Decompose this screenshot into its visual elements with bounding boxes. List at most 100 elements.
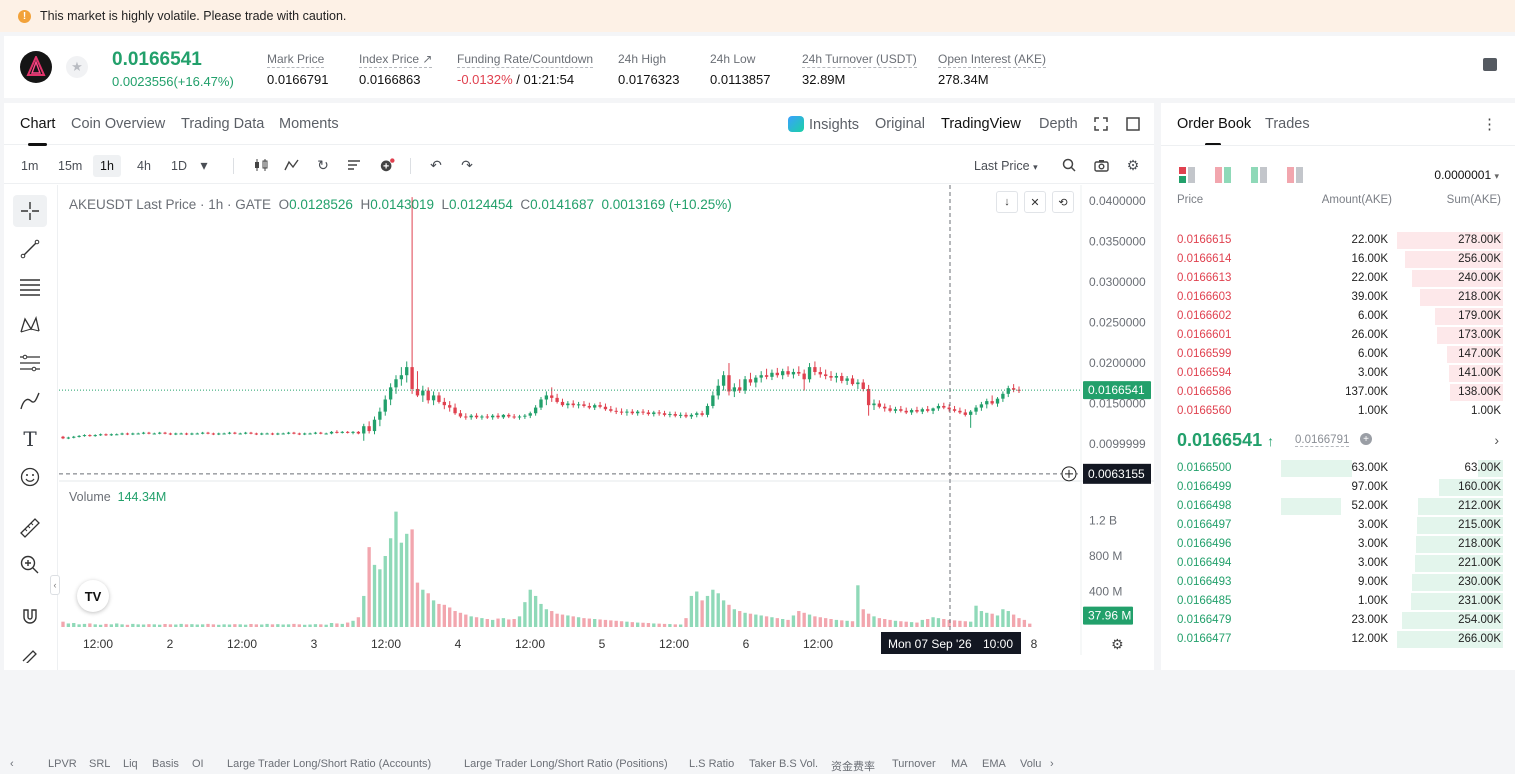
- bid-row[interactable]: 0.0166496 3.00K 218.00K: [1161, 535, 1515, 554]
- ask-row[interactable]: 0.0166615 22.00K 278.00K: [1161, 231, 1515, 250]
- ask-row[interactable]: 0.0166614 16.00K 256.00K: [1161, 250, 1515, 269]
- emoji-tool-icon[interactable]: [13, 461, 47, 493]
- bid-row[interactable]: 0.0166493 9.00K 230.00K: [1161, 573, 1515, 592]
- bid-row[interactable]: 0.0166498 52.00K 212.00K: [1161, 497, 1515, 516]
- timeframe-15m[interactable]: 15m: [51, 155, 89, 177]
- view-asks-bids-icon[interactable]: [1215, 167, 1231, 183]
- view-tradingview[interactable]: TradingView: [941, 116, 1021, 132]
- bid-row[interactable]: 0.0166500 63.00K 63.00K: [1161, 459, 1515, 478]
- ask-row[interactable]: 0.0166586 137.00K 138.00K: [1161, 383, 1515, 402]
- crosshair-tool-icon[interactable]: [13, 195, 47, 227]
- stat-mark-price[interactable]: Mark Price 0.0166791: [267, 50, 328, 87]
- indicator-volume[interactable]: Volu: [1020, 758, 1041, 770]
- expand-icon[interactable]: [1093, 116, 1109, 132]
- precision-select[interactable]: 0.0000001 ▾: [1434, 168, 1499, 182]
- bid-row[interactable]: 0.0166477 12.00K 266.00K: [1161, 630, 1515, 649]
- ask-row[interactable]: 0.0166560 1.00K 1.00K: [1161, 402, 1515, 421]
- pencil-icon[interactable]: [13, 640, 47, 672]
- ask-row[interactable]: 0.0166599 6.00K 147.00K: [1161, 345, 1515, 364]
- zoom-in-icon[interactable]: [13, 549, 47, 581]
- fib-tool-icon[interactable]: [13, 271, 47, 303]
- ask-row[interactable]: 0.0166594 3.00K 141.00K: [1161, 364, 1515, 383]
- chevron-left-icon[interactable]: ‹: [10, 758, 14, 770]
- add-indicator-icon[interactable]: [379, 157, 395, 173]
- tab-order-book[interactable]: Order Book: [1177, 116, 1251, 146]
- more-menu-icon[interactable]: ⋮: [1482, 115, 1497, 133]
- indicator-ls-ratio[interactable]: L.S Ratio: [689, 758, 734, 770]
- trendline-tool-icon[interactable]: [13, 233, 47, 265]
- indicator-large-trader-positions[interactable]: Large Trader Long/Short Ratio (Positions…: [464, 758, 668, 770]
- settings-gear-icon[interactable]: ⚙: [1125, 157, 1141, 173]
- auto-scale-icon[interactable]: ⟲: [1052, 191, 1074, 213]
- window-icon[interactable]: [1125, 116, 1141, 132]
- pattern-tool-icon[interactable]: [13, 309, 47, 341]
- chevron-right-icon[interactable]: ›: [1494, 432, 1499, 448]
- indicator-funding-rate[interactable]: 资金费率: [831, 758, 875, 774]
- undo-icon[interactable]: ↶: [428, 157, 444, 173]
- stat-open-interest[interactable]: Open Interest (AKE) 278.34M: [938, 50, 1047, 87]
- redo-icon[interactable]: ↷: [459, 157, 475, 173]
- ask-row[interactable]: 0.0166603 39.00K 218.00K: [1161, 288, 1515, 307]
- bid-row[interactable]: 0.0166479 23.00K 254.00K: [1161, 611, 1515, 630]
- timeframe-1m[interactable]: 1m: [14, 155, 45, 177]
- bid-row[interactable]: 0.0166485 1.00K 231.00K: [1161, 592, 1515, 611]
- view-bids-icon[interactable]: [1251, 167, 1267, 183]
- timeframe-1d[interactable]: 1D: [164, 155, 194, 177]
- view-asks-icon[interactable]: [1287, 167, 1303, 183]
- insights-button[interactable]: Insights: [788, 116, 859, 133]
- chevron-right-icon[interactable]: ›: [1050, 758, 1054, 770]
- favorite-star-icon[interactable]: ★: [66, 56, 88, 78]
- tab-moments[interactable]: Moments: [279, 116, 339, 132]
- indicators-icon[interactable]: [284, 157, 300, 173]
- ask-row[interactable]: 0.0166613 22.00K 240.00K: [1161, 269, 1515, 288]
- indicator-srl[interactable]: SRL: [89, 758, 110, 770]
- chart-plot[interactable]: 0.0400000 0.0350000 0.0300000 0.0250000 0.02…: [59, 185, 1154, 670]
- timeframe-1h[interactable]: 1h: [93, 155, 121, 177]
- indicator-ema[interactable]: EMA: [982, 758, 1006, 770]
- tab-coin-overview[interactable]: Coin Overview: [71, 116, 165, 132]
- ask-row[interactable]: 0.0166602 6.00K 179.00K: [1161, 307, 1515, 326]
- timeframe-4h[interactable]: 4h: [130, 155, 158, 177]
- timeframe-dropdown-icon[interactable]: ▾: [196, 157, 212, 173]
- scroll-down-icon[interactable]: ↓: [996, 191, 1018, 213]
- ask-row[interactable]: 0.0166601 26.00K 173.00K: [1161, 326, 1515, 345]
- brush-tool-icon[interactable]: [13, 385, 47, 417]
- magnet-icon[interactable]: [13, 600, 47, 632]
- templates-icon[interactable]: [346, 157, 362, 173]
- mark-price-info-icon[interactable]: +: [1360, 433, 1372, 445]
- bid-row[interactable]: 0.0166499 97.00K 160.00K: [1161, 478, 1515, 497]
- view-depth[interactable]: Depth: [1039, 116, 1078, 132]
- tradingview-logo-icon[interactable]: TV: [77, 580, 109, 612]
- candle-type-icon[interactable]: [253, 157, 269, 173]
- indicator-basis[interactable]: Basis: [152, 758, 179, 770]
- stat-funding-rate[interactable]: Funding Rate/Countdown -0.0132% / 01:21:…: [457, 50, 594, 87]
- indicator-ma[interactable]: MA: [951, 758, 968, 770]
- chart-settings-icon[interactable]: ⚙: [1111, 637, 1124, 653]
- tab-chart[interactable]: Chart: [20, 116, 55, 146]
- search-icon[interactable]: [1061, 157, 1077, 173]
- collapse-arrows-icon[interactable]: ✕: [1024, 191, 1046, 213]
- mid-price[interactable]: 0.0166541 ↑: [1177, 430, 1274, 451]
- stat-index-price[interactable]: Index Price ↗ 0.0166863: [359, 50, 433, 87]
- view-both-icon[interactable]: [1179, 167, 1195, 183]
- indicator-large-trader-accounts[interactable]: Large Trader Long/Short Ratio (Accounts): [227, 758, 431, 770]
- tab-trading-data[interactable]: Trading Data: [181, 116, 264, 132]
- ruler-tool-icon[interactable]: [13, 512, 47, 544]
- price-chart-svg[interactable]: 0.0400000 0.0350000 0.0300000 0.0250000 0.02…: [59, 185, 1154, 670]
- price-source-select[interactable]: Last Price ▾: [967, 155, 1045, 177]
- indicator-turnover[interactable]: Turnover: [892, 758, 936, 770]
- view-original[interactable]: Original: [875, 116, 925, 132]
- text-tool-icon[interactable]: T: [13, 423, 47, 455]
- tab-trades[interactable]: Trades: [1265, 116, 1310, 132]
- camera-icon[interactable]: [1093, 157, 1109, 173]
- stat-24h-turnover[interactable]: 24h Turnover (USDT) 32.89M: [802, 50, 917, 87]
- indicator-liq[interactable]: Liq: [123, 758, 138, 770]
- projection-tool-icon[interactable]: [13, 347, 47, 379]
- replay-icon[interactable]: ↻: [315, 157, 331, 173]
- bid-row[interactable]: 0.0166497 3.00K 215.00K: [1161, 516, 1515, 535]
- guide-book-icon[interactable]: [1483, 58, 1497, 71]
- indicator-lpvr[interactable]: LPVR: [48, 758, 77, 770]
- bid-row[interactable]: 0.0166494 3.00K 221.00K: [1161, 554, 1515, 573]
- indicator-oi[interactable]: OI: [192, 758, 204, 770]
- indicator-taker-bs-vol[interactable]: Taker B.S Vol.: [749, 758, 818, 770]
